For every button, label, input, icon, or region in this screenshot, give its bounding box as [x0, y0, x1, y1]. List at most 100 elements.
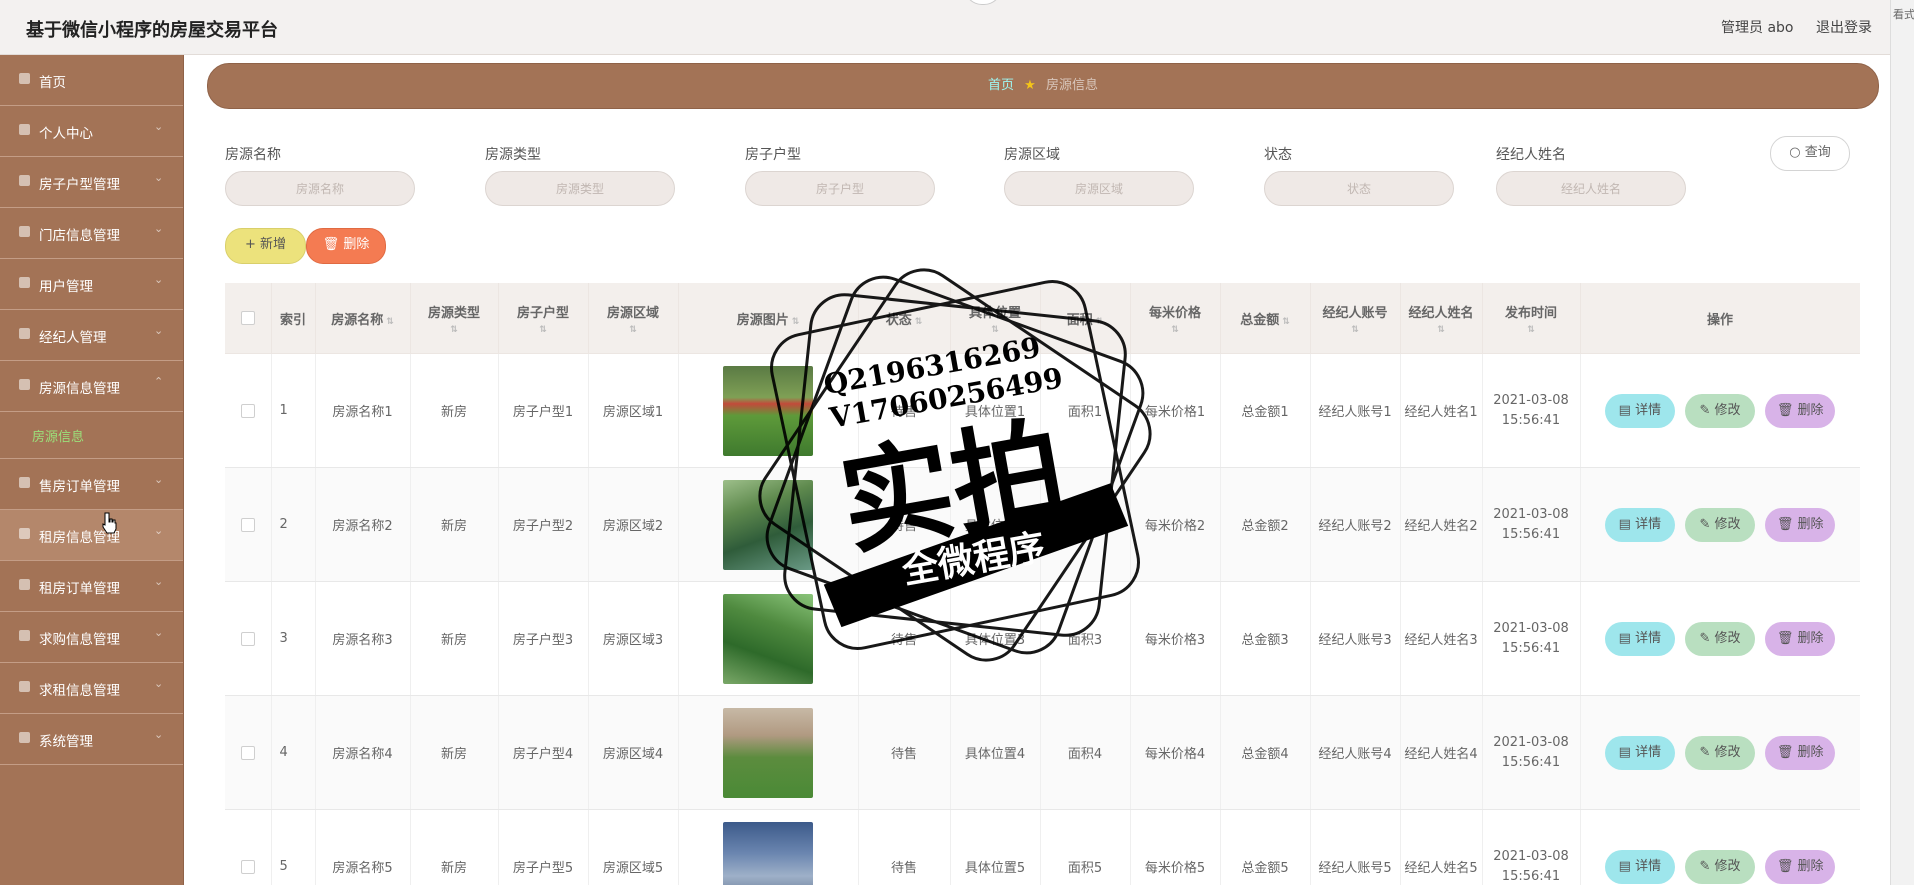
col-header-agent-name[interactable]: 经纪人姓名 ⇅	[1400, 283, 1483, 354]
sidebar-item-rent-requests[interactable]: 求租信息管理 ⌄	[0, 663, 183, 714]
edit-button[interactable]: ✎ 修改	[1685, 507, 1755, 542]
row-checkbox[interactable]	[225, 695, 272, 810]
edit-button[interactable]: ✎ 修改	[1685, 849, 1755, 884]
delete-button[interactable]: 🗑 删除	[1765, 735, 1836, 770]
search-icon: ○	[1789, 145, 1801, 160]
edit-button[interactable]: ✎ 修改	[1685, 735, 1755, 770]
edit-button[interactable]: ✎ 修改	[1685, 621, 1755, 656]
trash-icon: 🗑	[1776, 744, 1798, 760]
top-handle-icon	[964, 0, 1002, 5]
rent-icon	[19, 528, 30, 539]
chevron-down-icon: ⌄	[154, 524, 164, 537]
sidebar-item-listings[interactable]: 房源信息管理 ⌃	[0, 361, 183, 412]
detail-button[interactable]: ▤ 详情	[1604, 735, 1675, 770]
house-photo[interactable]	[723, 593, 813, 684]
agent-icon	[19, 328, 30, 339]
sidebar-item-profile[interactable]: 个人中心 ⌄	[0, 106, 183, 157]
cell-size: 面积5	[1040, 809, 1131, 885]
building-icon	[19, 379, 30, 390]
document-icon: ▤	[1618, 744, 1636, 760]
row-checkbox[interactable]	[225, 809, 272, 885]
col-header-price[interactable]: 每米价格 ⇅	[1130, 283, 1221, 354]
col-header-name[interactable]: 房源名称 ⇅	[315, 283, 411, 354]
detail-button[interactable]: ▤ 详情	[1604, 507, 1675, 542]
search-label-name: 房源名称	[225, 147, 281, 163]
cell-date-time: 15:56:41	[1501, 868, 1561, 884]
checkbox-icon	[240, 745, 255, 760]
home-icon	[19, 73, 30, 84]
logout-link[interactable]: 退出登录	[1816, 17, 1872, 37]
sidebar-subitem-listing-info[interactable]: 房源信息	[0, 412, 183, 459]
col-header-area[interactable]: 房源区域 ⇅	[588, 283, 679, 354]
batch-delete-button[interactable]: 🗑 删除	[306, 228, 386, 264]
col-header-date[interactable]: 发布时间 ⇅	[1482, 283, 1581, 354]
user-icon	[19, 124, 30, 135]
sidebar-item-purchase-requests[interactable]: 求购信息管理 ⌄	[0, 612, 183, 663]
house-photo[interactable]	[723, 707, 813, 798]
col-header-actions: 操作	[1580, 283, 1860, 354]
house-photo[interactable]	[723, 479, 813, 570]
delete-button[interactable]: 🗑 删除	[1765, 507, 1836, 542]
sidebar-item-home[interactable]: 首页	[0, 55, 183, 106]
detail-button[interactable]: ▤ 详情	[1604, 621, 1675, 656]
sidebar-item-agents[interactable]: 经纪人管理 ⌄	[0, 310, 183, 361]
row-checkbox[interactable]	[225, 353, 272, 468]
search-status-input[interactable]	[1264, 171, 1454, 206]
search-layout-input[interactable]	[745, 171, 935, 206]
cell-size: 面积4	[1040, 695, 1131, 810]
cell-date: 2021-03-08 15:56:41	[1482, 809, 1581, 885]
delete-button[interactable]: 🗑 删除	[1765, 393, 1836, 428]
table-header-row: 索引 房源名称 ⇅ 房源类型 ⇅ 房子户型 ⇅ 房源区域 ⇅ 房源图片 ⇅ 状态 ⇅ 具体位…	[225, 283, 1860, 354]
search-label-status: 状态	[1264, 147, 1292, 163]
sidebar-item-layout[interactable]: 房子户型管理 ⌄	[0, 157, 183, 208]
edit-button[interactable]: ✎ 修改	[1685, 393, 1755, 428]
search-name-input[interactable]	[225, 171, 415, 206]
select-all-checkbox[interactable]	[225, 283, 272, 354]
delete-button[interactable]: 🗑 删除	[1765, 849, 1836, 884]
table-row: 1 房源名称1 新房 房子户型1 房源区域1 待售 具体位置1 面积1 每米价格…	[225, 353, 1860, 468]
house-photo[interactable]	[723, 821, 813, 885]
search-agent-input[interactable]	[1496, 171, 1686, 206]
row-checkbox[interactable]	[225, 467, 272, 582]
sidebar-item-rent-orders[interactable]: 租房订单管理 ⌄	[0, 561, 183, 612]
col-header-status[interactable]: 状态 ⇅	[858, 283, 951, 354]
cell-date: 2021-03-08 15:56:41	[1482, 695, 1581, 810]
col-header-type[interactable]: 房源类型 ⇅	[410, 283, 499, 354]
breadcrumb: 首页 ★ 房源信息	[207, 63, 1879, 109]
cell-size: 面积3	[1040, 581, 1131, 696]
rent-order-icon	[19, 579, 30, 590]
breadcrumb-home[interactable]: 首页	[988, 78, 1014, 93]
trash-icon: 🗑	[1776, 858, 1798, 874]
sidebar-item-store[interactable]: 门店信息管理 ⌄	[0, 208, 183, 259]
col-header-agent-account[interactable]: 经纪人账号 ⇅	[1310, 283, 1401, 354]
detail-button[interactable]: ▤ 详情	[1604, 849, 1675, 884]
col-header-location[interactable]: 具体位置 ⇅	[950, 283, 1041, 354]
query-button[interactable]: ○ 查询	[1770, 136, 1850, 171]
sidebar-item-sale-orders[interactable]: 售房订单管理 ⌄	[0, 459, 183, 510]
search-type-input[interactable]	[485, 171, 675, 206]
cell-date-time: 15:56:41	[1501, 412, 1561, 428]
sidebar-subitem-label[interactable]: 房源信息	[32, 426, 84, 445]
cell-agent-account: 经纪人账号5	[1310, 809, 1401, 885]
cell-agent-name: 经纪人姓名5	[1400, 809, 1483, 885]
house-photo[interactable]	[723, 365, 813, 456]
delete-button[interactable]: 🗑 删除	[1765, 621, 1836, 656]
sidebar-item-system[interactable]: 系统管理 ⌄	[0, 714, 183, 765]
row-checkbox[interactable]	[225, 581, 272, 696]
col-header-layout[interactable]: 房子户型 ⇅	[498, 283, 589, 354]
checkbox-icon	[240, 403, 255, 418]
col-header-image[interactable]: 房源图片 ⇅	[678, 283, 859, 354]
cell-image	[678, 467, 859, 582]
cell-layout: 房子户型1	[498, 353, 589, 468]
col-header-total[interactable]: 总金额 ⇅	[1220, 283, 1311, 354]
add-button[interactable]: + 新增	[225, 228, 306, 264]
sidebar-item-rentals[interactable]: 租房信息管理 ⌄	[0, 510, 183, 561]
sidebar-item-users[interactable]: 用户管理 ⌄	[0, 259, 183, 310]
cell-price: 每米价格4	[1130, 695, 1221, 810]
detail-button[interactable]: ▤ 详情	[1604, 393, 1675, 428]
pencil-icon: ✎	[1699, 630, 1715, 646]
col-header-size[interactable]: 面积 ⇅	[1040, 283, 1131, 354]
search-label-area: 房源区域	[1004, 147, 1060, 163]
search-area-input[interactable]	[1004, 171, 1194, 206]
cell-area: 房源区域1	[588, 353, 679, 468]
